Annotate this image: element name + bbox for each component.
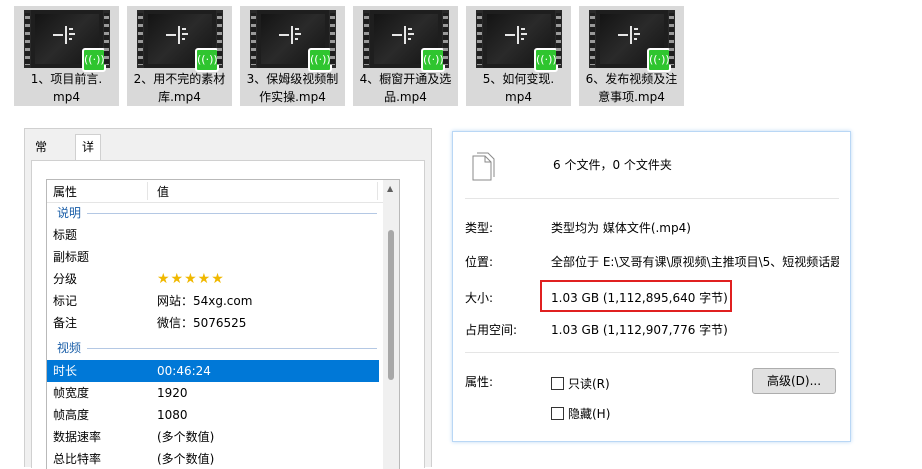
column-value[interactable]: 值 <box>157 183 169 200</box>
property-row[interactable]: 副标题 <box>47 246 379 268</box>
file-item-4[interactable]: ((·)) 4、橱窗开通及选 品.mp4 <box>353 6 458 106</box>
list-header: 属性 值 <box>47 180 399 203</box>
file-name: 4、橱窗开通及选 品.mp4 <box>359 72 452 104</box>
property-row[interactable]: 数据速率 (多个数值) <box>47 426 379 448</box>
multiple-files-icon <box>472 152 495 181</box>
advanced-button[interactable]: 高级(D)... <box>752 368 836 394</box>
scroll-up-icon[interactable]: ▲ <box>387 184 393 193</box>
tab-general[interactable]: 常规 <box>29 136 53 176</box>
wifi-share-icon: ((·)) <box>82 48 106 72</box>
hidden-checkbox[interactable]: 隐藏(H) <box>551 405 610 422</box>
file-name: 2、用不完的素材 库.mp4 <box>133 72 226 104</box>
property-row[interactable]: 分级 ★★★★★ <box>47 268 379 290</box>
wifi-share-icon: ((·)) <box>195 48 219 72</box>
file-name: 5、如何变现. mp4 <box>482 72 555 104</box>
tab-details[interactable]: 详细信息 <box>75 134 102 226</box>
file-item-2[interactable]: ((·)) 2、用不完的素材 库.mp4 <box>127 6 232 106</box>
divider <box>465 352 839 353</box>
size-highlight-box <box>540 280 732 312</box>
wifi-share-icon: ((·)) <box>534 48 558 72</box>
group-video: 视频 <box>57 341 82 355</box>
property-row[interactable]: 帧宽度 1920 <box>47 382 379 404</box>
details-panel: 属性 值 说明 标题 副标题 分级 ★★★★★ 标记 网站：54xg.com 备注微… <box>31 160 425 469</box>
property-row[interactable]: 标题 <box>47 224 379 246</box>
file-name: 3、保姆级视频制 作实操.mp4 <box>246 72 339 104</box>
file-item-1[interactable]: ((·)) 1、项目前言. mp4 <box>14 6 119 106</box>
rating-stars: ★★★★★ <box>157 271 225 287</box>
vertical-scrollbar[interactable]: ▲ <box>383 180 399 469</box>
readonly-checkbox[interactable]: 只读(R) <box>551 375 610 392</box>
location-row: 位置: 全部位于 E:\叉哥有课\原视频\主推项目\5、短视频话题 <box>465 255 839 269</box>
wifi-share-icon: ((·)) <box>647 48 671 72</box>
property-row[interactable]: 标记 网站：54xg.com <box>47 290 379 312</box>
video-thumbnail: ((·)) <box>250 10 336 72</box>
property-row[interactable]: 备注 微信：5076525 <box>47 312 379 334</box>
properties-dialog: 常规 详细信息 属性 值 说明 标题 副标题 分级★★★★★ 标记网站：54xg… <box>24 128 432 469</box>
group-description: 说明 <box>57 206 82 220</box>
property-row[interactable]: 帧高度 1080 <box>47 404 379 426</box>
group-divider <box>87 348 377 349</box>
file-name: 6、发布视频及注 意事项.mp4 <box>585 72 678 104</box>
wifi-share-icon: ((·)) <box>308 48 332 72</box>
divider <box>465 198 839 199</box>
wifi-share-icon: ((·)) <box>421 48 445 72</box>
file-item-3[interactable]: ((·)) 3、保姆级视频制 作实操.mp4 <box>240 6 345 106</box>
property-list: 属性 值 说明 标题 副标题 分级 ★★★★★ 标记 网站：54xg.com 备注微… <box>46 179 400 469</box>
column-property[interactable]: 属性 <box>53 183 77 200</box>
scroll-thumb[interactable] <box>388 230 394 380</box>
multi-file-summary: 6 个文件，0 个文件夹 类型: 类型均为 媒体文件(.mp4) 位置: 全部位… <box>452 131 851 442</box>
file-name: 1、项目前言. mp4 <box>30 72 103 104</box>
video-thumbnail: ((·)) <box>476 10 562 72</box>
selection-count: 6 个文件，0 个文件夹 <box>553 158 672 172</box>
video-thumbnail: ((·)) <box>24 10 110 72</box>
file-item-5[interactable]: ((·)) 5、如何变现. mp4 <box>466 6 571 106</box>
group-divider <box>87 213 377 214</box>
video-thumbnail: ((·)) <box>589 10 675 72</box>
file-item-6[interactable]: ((·)) 6、发布视频及注 意事项.mp4 <box>579 6 684 106</box>
video-thumbnail: ((·)) <box>363 10 449 72</box>
video-thumbnail: ((·)) <box>137 10 223 72</box>
property-row-selected[interactable]: 时长 00:46:24 <box>47 360 379 382</box>
